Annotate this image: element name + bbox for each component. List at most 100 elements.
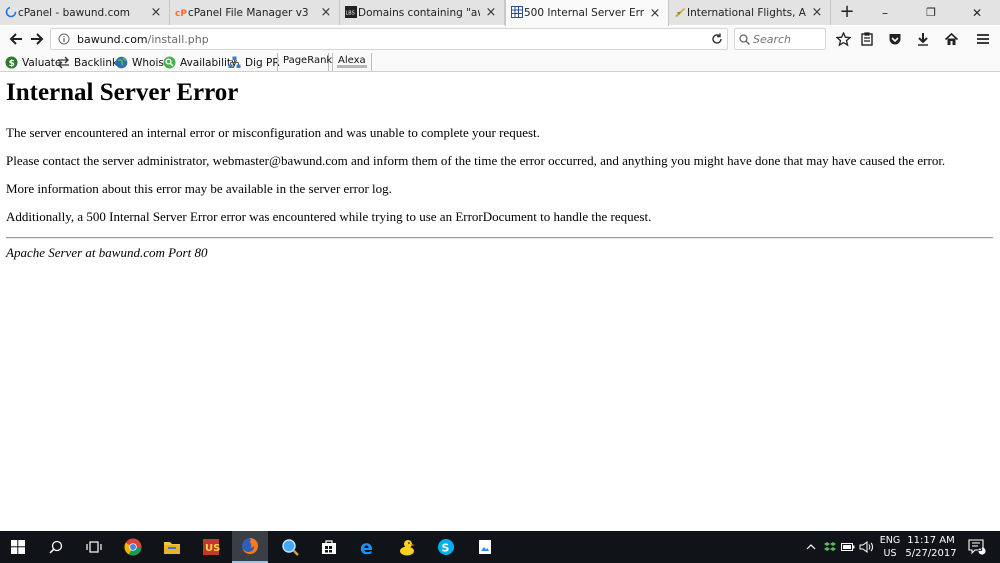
search-taskbar-button[interactable]: [38, 531, 74, 563]
error-paragraph-3: More information about this error may be…: [6, 181, 392, 196]
backlinks-button[interactable]: Backlinks: [57, 54, 124, 71]
pocket-button[interactable]: [885, 29, 905, 49]
clock-date: 5/27/2017: [905, 548, 957, 559]
whois-label: Whois: [132, 56, 164, 69]
system-clock[interactable]: 11:17 AM 5/27/2017: [900, 534, 962, 560]
back-button[interactable]: [6, 29, 26, 49]
availability-button[interactable]: Availability: [163, 54, 237, 71]
svg-text:$: $: [9, 59, 15, 69]
alexa-rank-bar: [337, 65, 367, 68]
tray-app-icon[interactable]: [822, 531, 838, 563]
valuate-label: Valuate: [22, 56, 62, 69]
reading-list-button[interactable]: [857, 29, 877, 49]
divider: [6, 237, 993, 239]
valuate-button[interactable]: $ Valuate: [5, 54, 61, 71]
firefox-icon: [242, 538, 258, 554]
search-box[interactable]: [734, 28, 826, 50]
search-icon: [49, 540, 63, 554]
volume-button[interactable]: [858, 531, 874, 563]
restore-button[interactable]: ❐: [908, 0, 954, 25]
tab-500-error[interactable]: 500 Internal Server Error ×: [505, 0, 669, 26]
url-text[interactable]: bawund.com/install.php: [77, 33, 705, 46]
url-bar[interactable]: bawund.com/install.php: [50, 28, 728, 50]
skype-icon: S: [438, 539, 454, 555]
search-input[interactable]: [753, 32, 819, 46]
reload-button[interactable]: [705, 29, 727, 49]
tab-close-icon[interactable]: ×: [484, 5, 498, 20]
duck-app-taskbar-button[interactable]: [389, 531, 425, 563]
tab-label: International Flights, Airfare: [687, 6, 806, 19]
tab-close-icon[interactable]: ×: [648, 6, 662, 21]
chrome-icon: [124, 538, 142, 556]
pocket-icon: [889, 34, 901, 45]
tab-cpanel[interactable]: cPanel - bawund.com ×: [0, 0, 170, 25]
error-paragraph-4: Additionally, a 500 Internal Server Erro…: [6, 209, 652, 224]
file-explorer-taskbar-button[interactable]: [154, 531, 190, 563]
tab-flights[interactable]: International Flights, Airfare ×: [669, 0, 831, 25]
svg-text:S: S: [442, 542, 450, 555]
dig-pr-button[interactable]: Dig PR: [228, 54, 280, 71]
menu-button[interactable]: [973, 29, 993, 49]
downloads-button[interactable]: [913, 29, 933, 49]
forward-button[interactable]: [27, 29, 47, 49]
tab-label: cPanel File Manager v3: [188, 6, 309, 19]
magnifier-taskbar-button[interactable]: [272, 531, 308, 563]
new-tab-button[interactable]: +: [836, 2, 858, 24]
url-path: /install.php: [147, 32, 209, 46]
seo-toolbar: $ Valuate Backlinks Whois Availability D…: [0, 52, 1000, 72]
hamburger-menu-icon: [977, 34, 989, 44]
show-hidden-icons-button[interactable]: [804, 531, 818, 563]
clock-time: 11:17 AM: [907, 535, 955, 546]
minimize-button[interactable]: –: [862, 0, 908, 25]
home-icon: [944, 32, 958, 45]
tab-strip: cPanel - bawund.com × cP cPanel File Man…: [0, 0, 1000, 26]
alexa-widget[interactable]: Alexa: [332, 53, 372, 71]
home-button[interactable]: [941, 29, 961, 49]
star-icon: [835, 31, 851, 46]
speaker-icon: [859, 541, 873, 553]
close-window-button[interactable]: ✕: [954, 0, 1000, 25]
task-view-button[interactable]: [76, 531, 112, 563]
edge-taskbar-button[interactable]: e: [350, 531, 386, 563]
svg-text:cP: cP: [175, 9, 187, 18]
battery-button[interactable]: [840, 531, 856, 563]
tab-close-icon[interactable]: ×: [810, 5, 824, 20]
svg-text:e: e: [360, 538, 373, 556]
action-center-button[interactable]: 3: [964, 531, 990, 563]
magnifier-icon: [282, 539, 299, 556]
navigation-toolbar: bawund.com/install.php: [0, 26, 1000, 52]
dropbox-green-icon: [824, 542, 836, 551]
whois-button[interactable]: Whois: [115, 54, 164, 71]
bookmark-star-button[interactable]: [833, 29, 853, 49]
pagerank-widget[interactable]: PageRank: [277, 53, 332, 71]
url-host: bawund.com: [77, 32, 148, 46]
duck-icon: [400, 540, 415, 556]
plane-icon: [675, 8, 685, 17]
clipboard-icon: [861, 32, 873, 46]
cpanel-spinner-icon: [5, 6, 17, 18]
tab-domains[interactable]: LBS Domains containing "awsom ×: [340, 0, 505, 25]
globe-icon: [115, 56, 128, 69]
photos-icon: [479, 540, 491, 554]
firefox-taskbar-button[interactable]: [232, 531, 268, 563]
chrome-taskbar-button[interactable]: [115, 531, 151, 563]
store-taskbar-button[interactable]: [311, 531, 347, 563]
windows-taskbar: US e S ENG US 11:17 AM 5/27/2017 3: [0, 531, 1000, 563]
server-signature: Apache Server at bawund.com Port 80: [6, 245, 208, 260]
start-button[interactable]: [0, 531, 36, 563]
tab-close-icon[interactable]: ×: [319, 5, 333, 20]
svg-text:LBS: LBS: [346, 11, 355, 17]
notification-icon: [968, 539, 986, 555]
tab-close-icon[interactable]: ×: [149, 5, 163, 20]
tab-file-manager[interactable]: cP cPanel File Manager v3 ×: [170, 0, 340, 25]
skype-taskbar-button[interactable]: S: [428, 531, 464, 563]
tab-label: cPanel - bawund.com: [18, 6, 130, 19]
error-paragraph-1: The server encountered an internal error…: [6, 125, 540, 140]
notification-count-badge: 3: [978, 545, 983, 553]
photos-taskbar-button[interactable]: [467, 531, 503, 563]
battery-icon: [841, 543, 855, 551]
site-info-icon[interactable]: [55, 30, 73, 48]
tab-label: 500 Internal Server Error: [524, 7, 644, 19]
folder-icon: [164, 542, 180, 554]
app-taskbar-button[interactable]: US: [193, 531, 229, 563]
